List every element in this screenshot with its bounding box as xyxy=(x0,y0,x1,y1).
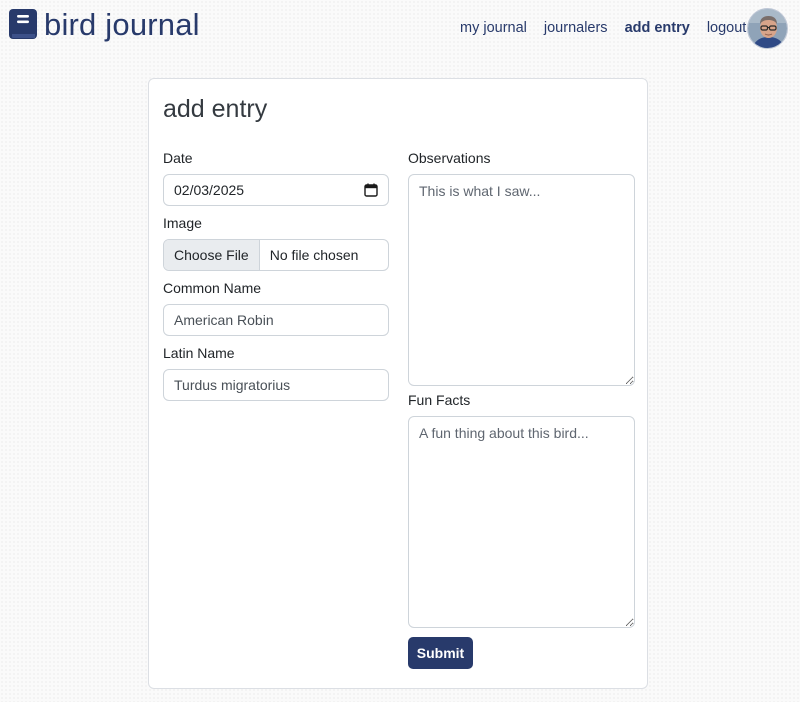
date-input[interactable]: 02/03/2025 xyxy=(163,174,389,206)
page-title: add entry xyxy=(163,95,268,123)
choose-file-button[interactable]: Choose File xyxy=(164,240,260,270)
nav-links: my journal journalers add entry logout xyxy=(460,19,763,37)
brand-name: bird journal xyxy=(44,7,200,42)
add-entry-card: add entry Date 02/03/2025 Image Choose F… xyxy=(148,78,648,689)
image-label: Image xyxy=(163,215,202,231)
avatar[interactable] xyxy=(747,8,788,49)
observations-label: Observations xyxy=(408,150,491,166)
file-status: No file chosen xyxy=(269,247,359,263)
observations-textarea[interactable] xyxy=(408,174,635,386)
brand-link[interactable]: bird journal xyxy=(8,7,200,43)
latin-name-label: Latin Name xyxy=(163,345,235,361)
common-name-label: Common Name xyxy=(163,280,262,296)
navbar: bird journal my journal journalers add e… xyxy=(0,0,800,56)
nav-add-entry[interactable]: add entry xyxy=(625,19,690,37)
common-name-input[interactable] xyxy=(163,304,389,336)
nav-my-journal[interactable]: my journal xyxy=(460,19,527,37)
fun-facts-label: Fun Facts xyxy=(408,392,471,408)
image-file-input[interactable]: Choose File No file chosen xyxy=(163,239,389,271)
calendar-icon[interactable] xyxy=(364,183,378,197)
user-avatar-icon xyxy=(748,9,787,48)
fun-facts-textarea[interactable] xyxy=(408,416,635,628)
submit-button[interactable]: Submit xyxy=(408,637,473,669)
latin-name-input[interactable] xyxy=(163,369,389,401)
nav-journalers[interactable]: journalers xyxy=(544,19,608,37)
nav-logout[interactable]: logout xyxy=(707,19,747,37)
date-value: 02/03/2025 xyxy=(174,182,245,198)
book-icon xyxy=(9,9,37,39)
date-label: Date xyxy=(163,150,193,166)
